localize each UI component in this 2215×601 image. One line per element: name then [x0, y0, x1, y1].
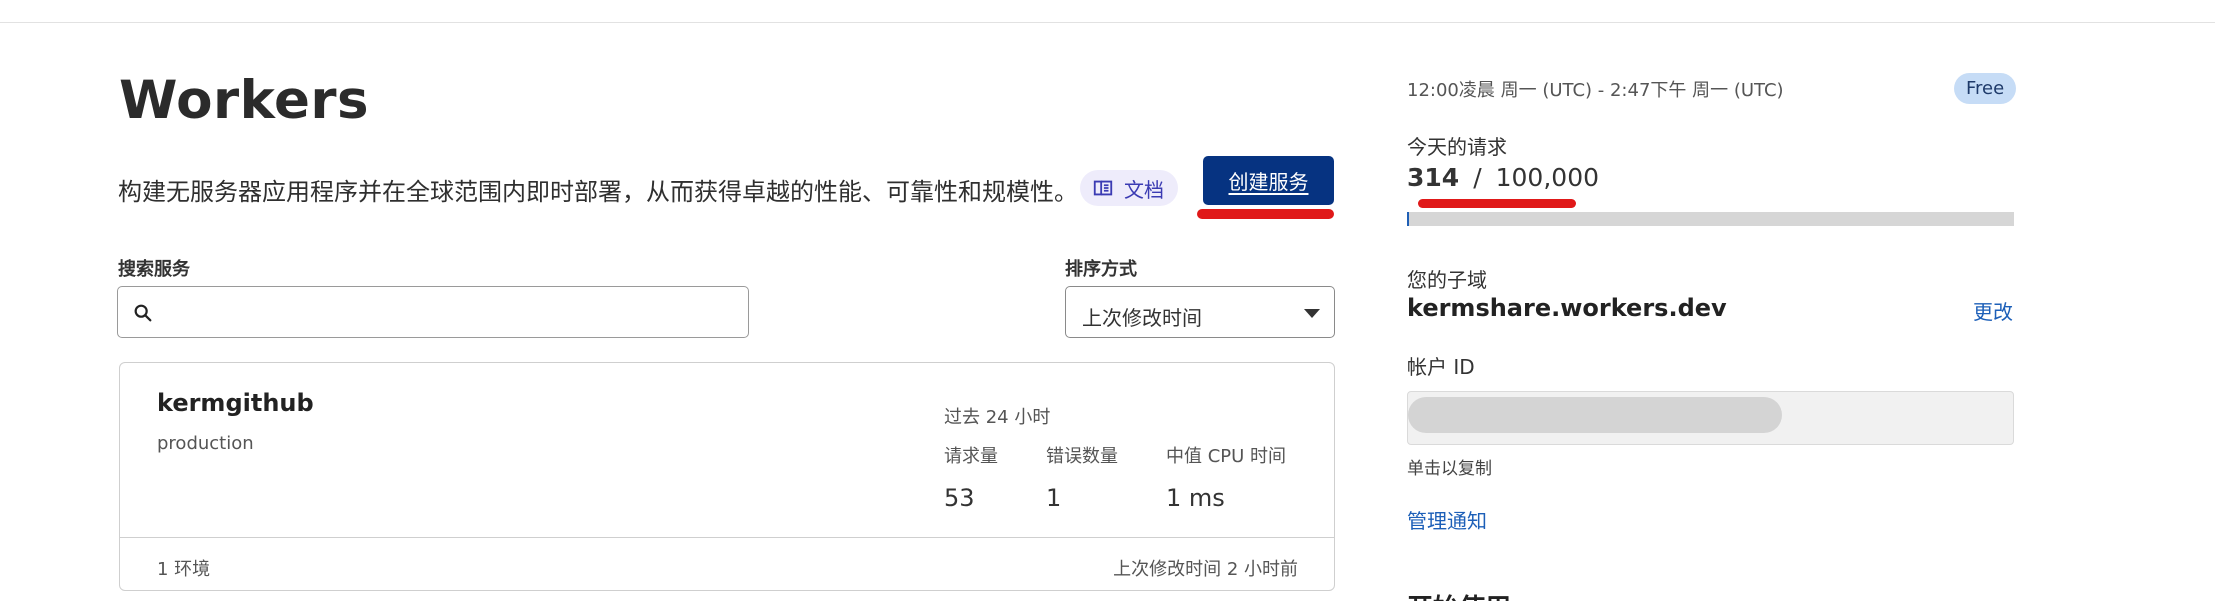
change-subdomain-link[interactable]: 更改: [1973, 296, 2013, 325]
sort-label: 排序方式: [1065, 259, 1137, 280]
metric-label: 中值 CPU 时间: [1166, 446, 1287, 467]
docs-link-label: 文档: [1124, 177, 1164, 202]
service-name[interactable]: kermgithub: [157, 389, 314, 417]
time-range: 12:00凌晨 周一 (UTC) - 2:47下午 周一 (UTC): [1407, 80, 1784, 101]
last-modified: 上次修改时间 2 小时前: [1113, 559, 1298, 580]
click-to-copy-hint: 单击以复制: [1407, 459, 1492, 479]
docs-link[interactable]: 文档: [1080, 170, 1178, 206]
page-description: 构建无服务器应用程序并在全球范围内即时部署，从而获得卓越的性能、可靠性和规模性。: [118, 178, 1078, 206]
subdomain-label: 您的子域: [1407, 268, 1487, 292]
account-id-field[interactable]: [1407, 391, 2014, 445]
metric-requests: 请求量 53: [944, 442, 998, 512]
subdomain-value: kermshare.workers.dev: [1407, 294, 1727, 322]
environment-count: 1 环境: [157, 559, 211, 580]
service-card[interactable]: kermgithub production 过去 24 小时 请求量 53 错误…: [119, 362, 1335, 591]
redacted-account-id: [1408, 397, 1782, 433]
sort-selected-value: 上次修改时间: [1082, 306, 1202, 330]
search-input[interactable]: [162, 297, 732, 327]
top-divider: [0, 22, 2215, 23]
metric-label: 错误数量: [1046, 446, 1118, 467]
metric-cpu-time: 中值 CPU 时间 1 ms: [1166, 442, 1286, 512]
red-annotation-mark: [1197, 209, 1334, 219]
create-service-button[interactable]: 创建服务: [1203, 156, 1334, 205]
account-id-label: 帐户 ID: [1407, 355, 1475, 379]
requests-progress-bar: [1407, 212, 2014, 226]
get-started-heading: 开始使用: [1407, 588, 1511, 601]
page-title: Workers: [119, 70, 370, 131]
metrics-period: 过去 24 小时: [944, 407, 1051, 428]
metric-value: 53: [944, 484, 975, 512]
metric-errors: 错误数量 1: [1046, 442, 1118, 512]
requests-separator: /: [1473, 163, 1482, 192]
metric-label: 请求量: [944, 446, 998, 467]
red-annotation-mark: [1418, 199, 1576, 208]
plan-badge: Free: [1954, 73, 2017, 104]
requests-used: 314: [1407, 163, 1460, 192]
search-box[interactable]: [117, 286, 749, 338]
search-label: 搜索服务: [118, 259, 190, 280]
metric-value: 1 ms: [1166, 484, 1225, 512]
search-icon: [134, 304, 152, 322]
service-environment: production: [157, 433, 254, 454]
sort-select[interactable]: 上次修改时间: [1065, 286, 1335, 338]
metric-value: 1: [1046, 484, 1062, 512]
requests-label: 今天的请求: [1407, 135, 1507, 159]
requests-limit: 100,000: [1495, 163, 1600, 192]
caret-down-icon: [1304, 309, 1320, 318]
requests-progress-fill: [1407, 212, 1410, 226]
card-divider: [120, 537, 1334, 538]
book-icon: [1093, 180, 1113, 196]
requests-count: 314 / 100,000: [1407, 163, 1599, 192]
manage-notifications-link[interactable]: 管理通知: [1407, 505, 1487, 534]
